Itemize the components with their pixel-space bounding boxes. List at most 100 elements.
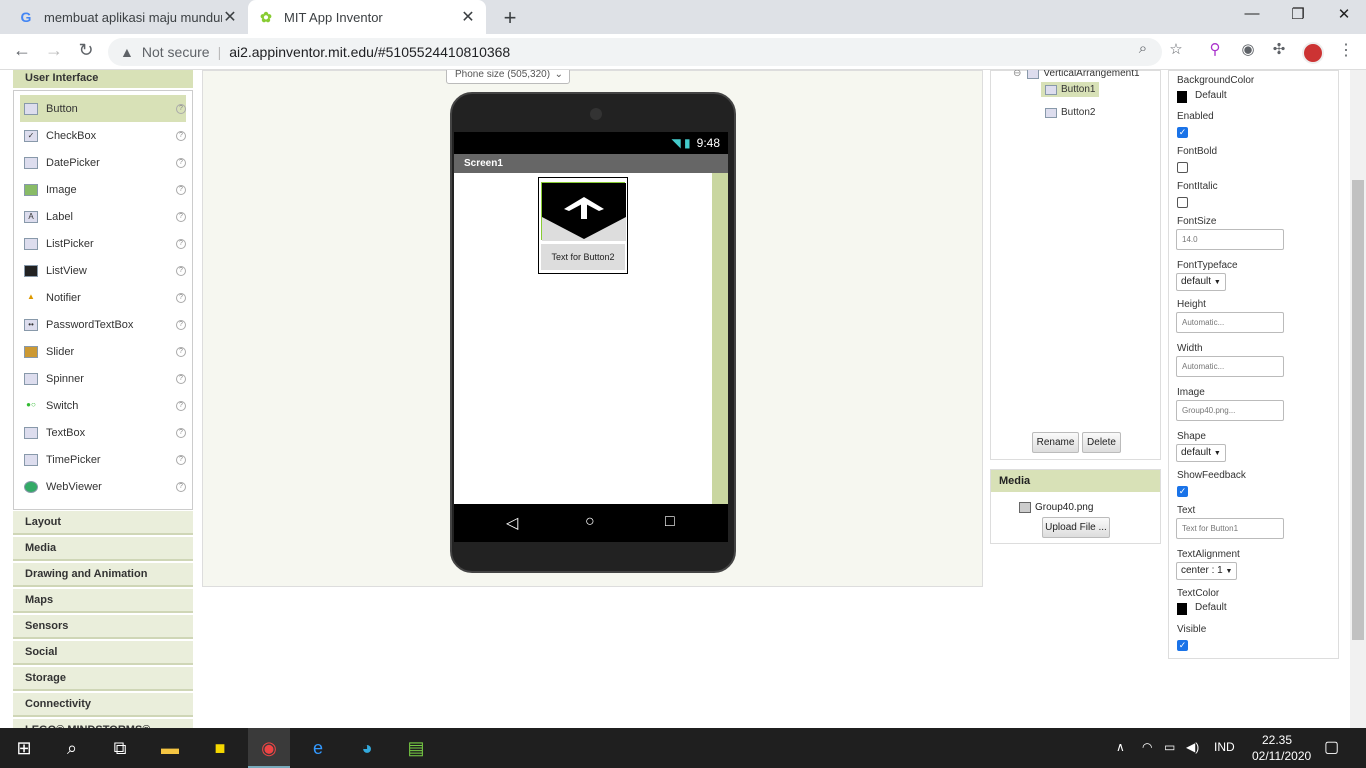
help-icon[interactable]: ?: [176, 238, 186, 249]
file-explorer-icon[interactable]: ▬: [158, 736, 182, 760]
forward-icon[interactable]: →: [42, 40, 66, 61]
help-icon[interactable]: ?: [176, 373, 186, 384]
chrome-icon[interactable]: ◉: [257, 736, 281, 760]
internet-explorer-icon[interactable]: e: [306, 736, 330, 760]
category-media[interactable]: Media: [13, 537, 193, 561]
help-icon[interactable]: ?: [176, 157, 186, 168]
tab-membuat-aplikasi[interactable]: G membuat aplikasi maju mundur l ✕: [8, 0, 248, 34]
close-icon[interactable]: ✕: [460, 7, 476, 27]
help-icon[interactable]: ?: [176, 265, 186, 276]
avatar[interactable]: [1302, 42, 1324, 64]
prop-backgroundcolor-value[interactable]: Default: [1195, 90, 1227, 101]
palette-item-image[interactable]: Image?: [20, 176, 186, 203]
help-icon[interactable]: ?: [176, 184, 186, 195]
tree-item-verticalarrangement1[interactable]: ⊖ VerticalArrangement1: [1013, 70, 1140, 79]
palette-item-textbox[interactable]: TextBox?: [20, 419, 186, 446]
extension-search-icon[interactable]: ⚲: [1204, 40, 1226, 58]
bookmark-star-icon[interactable]: ☆: [1165, 40, 1187, 58]
warning-icon[interactable]: ▲: [120, 44, 134, 60]
category-storage[interactable]: Storage: [13, 667, 193, 691]
help-icon[interactable]: ?: [176, 292, 186, 303]
address-bar[interactable]: ▲ Not secure | ai2.appinventor.mit.edu/#…: [108, 38, 1162, 66]
extension-icon[interactable]: ◉: [1237, 40, 1259, 58]
help-icon[interactable]: ?: [176, 346, 186, 357]
window-close-icon[interactable]: ✕: [1334, 5, 1354, 23]
help-icon[interactable]: ?: [176, 400, 186, 411]
vertical-arrangement[interactable]: Text for Button2: [538, 177, 628, 274]
tree-item-button2[interactable]: Button2: [1045, 107, 1095, 118]
minimize-icon[interactable]: —: [1242, 5, 1262, 22]
network-icon[interactable]: ◠: [1142, 740, 1152, 754]
text-input[interactable]: Text for Button1: [1176, 518, 1284, 539]
palette-item-listview[interactable]: ListView?: [20, 257, 186, 284]
delete-button[interactable]: Delete: [1082, 432, 1121, 453]
palette-header[interactable]: User Interface: [13, 70, 193, 88]
collapse-icon[interactable]: ⊖: [1013, 70, 1021, 79]
edge-icon[interactable]: ◕: [355, 736, 379, 760]
close-icon[interactable]: ✕: [222, 7, 238, 27]
help-icon[interactable]: ?: [176, 211, 186, 222]
phone-size-select[interactable]: Phone size (505,320) ⌄: [446, 70, 570, 84]
tree-item-button1[interactable]: Button1: [1041, 82, 1100, 97]
page-scrollbar[interactable]: [1350, 70, 1366, 728]
fontsize-input[interactable]: 14.0: [1176, 229, 1284, 250]
palette-item-listpicker[interactable]: ListPicker?: [20, 230, 186, 257]
restore-icon[interactable]: ❐: [1288, 5, 1308, 23]
tab-mit-app-inventor[interactable]: ✿ MIT App Inventor ✕: [248, 0, 486, 34]
help-icon[interactable]: ?: [176, 130, 186, 141]
help-icon[interactable]: ?: [176, 454, 186, 465]
scrollbar-thumb[interactable]: [1352, 180, 1364, 640]
notification-icon[interactable]: ▢: [1324, 737, 1339, 757]
palette-item-button[interactable]: Button?: [20, 95, 186, 122]
volume-icon[interactable]: ◀): [1186, 740, 1199, 754]
enabled-checkbox[interactable]: ✓: [1177, 127, 1188, 138]
palette-item-slider[interactable]: Slider?: [20, 338, 186, 365]
language-indicator[interactable]: IND: [1214, 740, 1235, 754]
category-maps[interactable]: Maps: [13, 589, 193, 613]
phone-screen[interactable]: Text for Button2: [454, 173, 728, 504]
help-icon[interactable]: ?: [176, 103, 186, 114]
help-icon[interactable]: ?: [176, 481, 186, 492]
fontitalic-checkbox[interactable]: [1177, 197, 1188, 208]
category-social[interactable]: Social: [13, 641, 193, 665]
fontbold-checkbox[interactable]: [1177, 162, 1188, 173]
palette-item-webviewer[interactable]: WebViewer?: [20, 473, 186, 500]
back-icon[interactable]: ←: [10, 40, 34, 61]
category-layout[interactable]: Layout: [13, 511, 193, 535]
category-connectivity[interactable]: Connectivity: [13, 693, 193, 717]
palette-item-label[interactable]: A Label?: [20, 203, 186, 230]
system-clock[interactable]: 22.35 02/11/2020: [1252, 732, 1311, 764]
height-input[interactable]: Automatic...: [1176, 312, 1284, 333]
palette-item-switch[interactable]: ●○ Switch?: [20, 392, 186, 419]
new-tab-icon[interactable]: +: [498, 5, 522, 31]
reload-icon[interactable]: ↻: [74, 40, 98, 61]
help-icon[interactable]: ?: [176, 319, 186, 330]
palette-item-spinner[interactable]: Spinner?: [20, 365, 186, 392]
category-sensors[interactable]: Sensors: [13, 615, 193, 639]
button1-image[interactable]: [541, 182, 626, 241]
task-view-icon[interactable]: ⧉: [108, 736, 132, 760]
menu-icon[interactable]: ⋮: [1338, 40, 1354, 60]
search-icon[interactable]: ⌕: [60, 736, 84, 760]
palette-item-passwordtextbox[interactable]: •• PasswordTextBox?: [20, 311, 186, 338]
color-swatch[interactable]: [1177, 603, 1187, 615]
palette-item-checkbox[interactable]: ✓ CheckBox?: [20, 122, 186, 149]
upload-file-button[interactable]: Upload File ...: [1042, 517, 1110, 538]
showfeedback-checkbox[interactable]: ✓: [1177, 486, 1188, 497]
shape-select[interactable]: default ▼: [1176, 444, 1226, 462]
prop-textcolor-value[interactable]: Default: [1195, 602, 1227, 613]
palette-item-notifier[interactable]: ▲ Notifier?: [20, 284, 186, 311]
width-input[interactable]: Automatic...: [1176, 356, 1284, 377]
notepad-icon[interactable]: ▤: [404, 736, 428, 760]
puzzle-icon[interactable]: ✣: [1268, 40, 1290, 58]
media-file[interactable]: Group40.png: [1019, 502, 1093, 513]
palette-item-datepicker[interactable]: DatePicker?: [20, 149, 186, 176]
fonttypeface-select[interactable]: default ▼: [1176, 273, 1226, 291]
category-lego[interactable]: LEGO® MINDSTORMS®: [13, 719, 193, 728]
rename-button[interactable]: Rename: [1032, 432, 1079, 453]
help-icon[interactable]: ?: [176, 427, 186, 438]
color-swatch[interactable]: [1177, 91, 1187, 103]
chevron-up-icon[interactable]: ∧: [1116, 740, 1125, 754]
button2[interactable]: Text for Button2: [541, 244, 625, 270]
textalignment-select[interactable]: center : 1 ▼: [1176, 562, 1238, 580]
